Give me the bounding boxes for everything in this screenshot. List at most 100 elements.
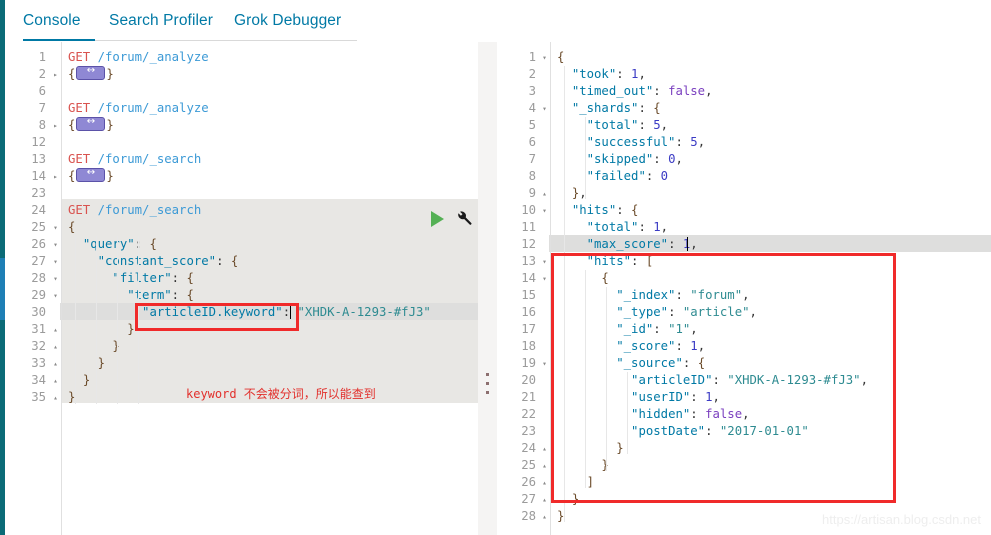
- code-line: },: [571, 186, 587, 200]
- line-number: 30: [31, 305, 46, 319]
- code-line: "articleID": "XHDK-A-1293-#fJ3",: [631, 373, 868, 387]
- fold-toggle-33[interactable]: ▴: [51, 355, 60, 372]
- line-number: 1: [528, 50, 536, 64]
- fold-toggle-9[interactable]: ▴: [540, 185, 549, 202]
- code-line: "_shards": {: [571, 101, 661, 115]
- fold-toggle-35[interactable]: ▴: [51, 389, 60, 406]
- line-number: 21: [521, 390, 536, 404]
- code-line: {}: [62, 166, 114, 185]
- fold-toggle-24[interactable]: ▴: [540, 440, 549, 457]
- line-number: 28: [31, 271, 46, 285]
- fold-toggle-8[interactable]: ▸: [51, 117, 60, 134]
- pane-resize-handle[interactable]: [478, 42, 497, 535]
- code-line: {}: [62, 64, 114, 83]
- fold-toggle-29[interactable]: ▾: [51, 287, 60, 304]
- fold-toggle-14[interactable]: ▸: [51, 168, 60, 185]
- line-number: 31: [31, 322, 46, 336]
- fold-widget-collapsed[interactable]: [76, 166, 106, 182]
- fold-toggle-27[interactable]: ▴: [540, 491, 549, 508]
- code-line: "took": 1,: [571, 67, 646, 81]
- code-line: "_source": {: [616, 356, 706, 370]
- code-line: {: [601, 271, 609, 285]
- line-number: 24: [521, 441, 536, 455]
- fold-toggle-34[interactable]: ▴: [51, 372, 60, 389]
- fold-toggle-14[interactable]: ▾: [540, 270, 549, 287]
- code-line: "skipped": 0,: [586, 152, 683, 166]
- line-number: 5: [528, 118, 536, 132]
- tab-active-indicator: [23, 39, 95, 41]
- response-code-area[interactable]: { "took": 1, "timed_out": false, "_shard…: [551, 42, 991, 535]
- play-icon[interactable]: [431, 211, 444, 227]
- line-number: 2: [528, 67, 536, 81]
- fold-widget-collapsed[interactable]: [76, 64, 106, 80]
- request-editor[interactable]: 1 2 ▸ 6 7 8 ▸ 12 13 14 ▸ 23 24 25 ▾ 26 ▾ 27 ▾ 28 ▾ 29 ▾ 30 31 ▴ 32…: [5, 42, 479, 535]
- code-line: "total": 1,: [586, 220, 669, 234]
- line-number: 8: [38, 118, 46, 132]
- indent-guide: [585, 270, 586, 488]
- fold-toggle-2[interactable]: ▸: [51, 66, 60, 83]
- line-number: 29: [31, 288, 46, 302]
- line-number: 17: [521, 322, 536, 336]
- line-number: 12: [31, 135, 46, 149]
- fold-toggle-28[interactable]: ▴: [540, 508, 549, 525]
- fold-toggle-25[interactable]: ▾: [51, 219, 60, 236]
- request-gutter[interactable]: 1 2 ▸ 6 7 8 ▸ 12 13 14 ▸ 23 24 25 ▾ 26 ▾ 27 ▾ 28 ▾ 29 ▾ 30 31 ▴ 32…: [5, 42, 60, 535]
- code-line: }: [62, 338, 119, 355]
- line-number: 14: [521, 271, 536, 285]
- fold-toggle-19[interactable]: ▾: [540, 355, 549, 372]
- code-line: "hits": [: [586, 254, 654, 268]
- line-number: 4: [528, 101, 536, 115]
- code-line: }: [68, 390, 76, 404]
- fold-toggle-32[interactable]: ▴: [51, 338, 60, 355]
- kibana-devtools-console: Console Search Profiler Grok Debugger 12…: [0, 0, 991, 535]
- fold-toggle-31[interactable]: ▴: [51, 321, 60, 338]
- line-number: 35: [31, 390, 46, 404]
- line-number: 7: [528, 152, 536, 166]
- wrench-icon[interactable]: [455, 209, 473, 227]
- line-number: 2: [38, 67, 46, 81]
- line-number: 16: [521, 305, 536, 319]
- line-number: 25: [521, 458, 536, 472]
- code-line: "_score": 1,: [616, 339, 706, 353]
- pane-handle-dot: [486, 373, 489, 376]
- response-viewer[interactable]: 1 ▾ 2 3 4 ▾ 5 6 7 8 9 ▴ 10 ▾ 11 12 13 ▾ 14 ▾ 15 16 17 18 19 ▾ 20 21…: [497, 42, 991, 535]
- line-number: 26: [521, 475, 536, 489]
- code-line: ]: [586, 475, 595, 489]
- request-code-area[interactable]: GET /forum/_analyze{}GET /forum/_analyze…: [62, 42, 478, 535]
- code-line: "failed": 0: [586, 169, 669, 183]
- tab-grok-debugger[interactable]: Grok Debugger: [234, 0, 341, 41]
- line-number: 19: [521, 356, 536, 370]
- indent-guide: [138, 236, 139, 404]
- code-line: "_id": "1",: [616, 322, 698, 336]
- code-line: "userID": 1,: [631, 390, 720, 404]
- fold-toggle-10[interactable]: ▾: [540, 202, 549, 219]
- line-number: 33: [31, 356, 46, 370]
- code-line: "max_score": 1,: [586, 237, 698, 251]
- fold-toggle-4[interactable]: ▾: [540, 100, 549, 117]
- fold-toggle-13[interactable]: ▾: [540, 253, 549, 270]
- tab-search-profiler[interactable]: Search Profiler: [109, 0, 213, 41]
- fold-widget-collapsed[interactable]: [76, 115, 106, 131]
- fold-toggle-27[interactable]: ▾: [51, 253, 60, 270]
- code-line: "total": 5,: [586, 118, 669, 132]
- pane-handle-dot: [486, 382, 489, 385]
- tab-console[interactable]: Console: [23, 0, 81, 41]
- fold-toggle-26[interactable]: ▾: [51, 236, 60, 253]
- fold-toggle-1[interactable]: ▾: [540, 49, 549, 66]
- code-line: }: [82, 373, 91, 387]
- indent-guide: [585, 117, 586, 199]
- line-number: 14: [31, 169, 46, 183]
- code-line: {: [557, 50, 565, 64]
- fold-toggle-28[interactable]: ▾: [51, 270, 60, 287]
- fold-toggle-25[interactable]: ▴: [540, 457, 549, 474]
- fold-toggle-26[interactable]: ▴: [540, 474, 549, 491]
- line-number: 13: [31, 152, 46, 166]
- line-number: 13: [521, 254, 536, 268]
- indent-guide: [606, 287, 607, 471]
- line-number: 27: [31, 254, 46, 268]
- indent-guide: [564, 66, 565, 522]
- line-number: 20: [521, 373, 536, 387]
- response-gutter[interactable]: 1 ▾ 2 3 4 ▾ 5 6 7 8 9 ▴ 10 ▾ 11 12 13 ▾ 14 ▾ 15 16 17 18 19 ▾ 20 21…: [497, 42, 549, 535]
- code-line: "filter": {: [112, 271, 194, 285]
- code-line: "postDate": "2017-01-01": [631, 424, 809, 438]
